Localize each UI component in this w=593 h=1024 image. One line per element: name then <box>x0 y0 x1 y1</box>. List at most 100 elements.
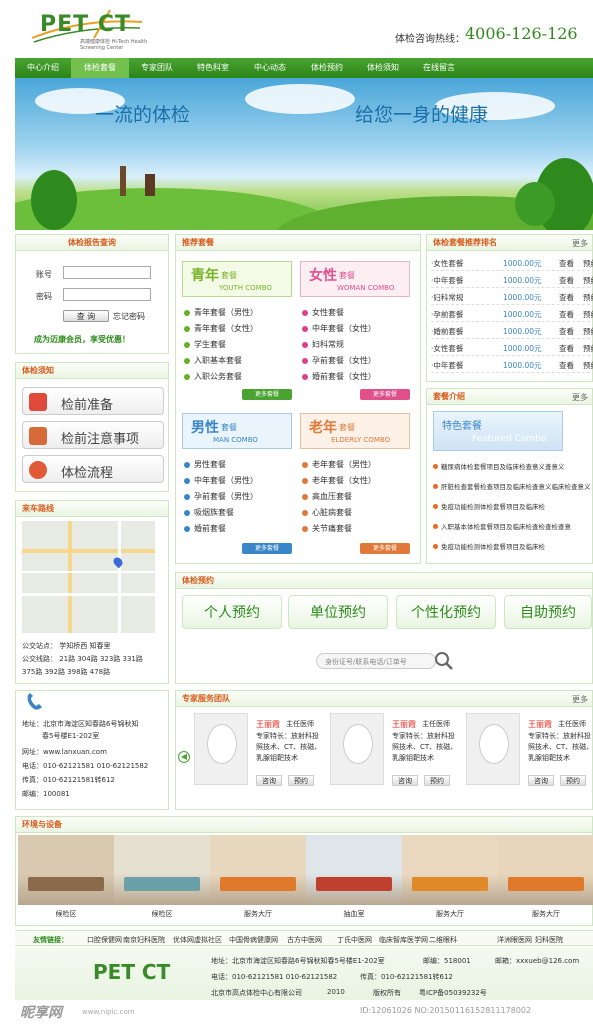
expert-book-button[interactable]: 预约 <box>424 775 450 786</box>
search-icon[interactable] <box>434 651 454 671</box>
package-item[interactable]: 中年套餐（女性） <box>302 323 376 334</box>
more-packages-button[interactable]: 更多套餐 <box>242 543 292 554</box>
package-item[interactable]: 吸烟族套餐 <box>184 507 234 518</box>
expert-consult-button[interactable]: 咨询 <box>528 775 554 786</box>
logo[interactable]: PET CT 高端健康体检 Hi-Tech Health Screening C… <box>22 8 172 51</box>
intro-item[interactable]: 入职基本体检套餐项目及临床检查检查检查意 <box>433 521 571 531</box>
self-booking-button[interactable]: 自助预约 <box>504 595 592 629</box>
ranking-view-link[interactable]: 查看 <box>559 326 574 337</box>
intro-item[interactable]: 肝脏检查套餐检查项目及临床检查意义临床检查意义 <box>433 481 591 491</box>
package-item[interactable]: 妇科常规 <box>302 339 344 350</box>
more-packages-button[interactable]: 更多套餐 <box>242 389 292 400</box>
nav-item-guide[interactable]: 体检须知 <box>355 58 411 78</box>
expert-book-button[interactable]: 预约 <box>560 775 586 786</box>
company-booking-button[interactable]: 单位预约 <box>288 595 388 629</box>
guide-button-preparation[interactable]: 检前准备 <box>22 387 164 415</box>
intro-more-link[interactable]: 更多 <box>572 392 588 403</box>
friend-link[interactable]: 丁氏中医网 <box>337 935 372 945</box>
query-button[interactable]: 查 询 <box>63 310 109 322</box>
friend-link[interactable]: 口腔保健网 <box>87 935 122 945</box>
package-item[interactable]: 入职公务套餐 <box>184 371 242 382</box>
friend-link[interactable]: 南京妇科医院 <box>123 935 165 945</box>
woman-package-header[interactable]: 女性 套餐 WOMAN COMBO <box>300 261 410 297</box>
personal-booking-button[interactable]: 个人预约 <box>182 595 282 629</box>
expert-name[interactable]: 王丽霞 <box>256 719 280 730</box>
nav-item-experts[interactable]: 专家团队 <box>129 58 185 78</box>
website[interactable]: 网址：www.lanxuan.com <box>22 747 107 757</box>
ranking-view-link[interactable]: 查看 <box>559 360 574 371</box>
ranking-package-name[interactable]: ·中年套餐 <box>431 360 463 371</box>
ranking-view-link[interactable]: 查看 <box>559 292 574 303</box>
footer-icp[interactable]: 粤ICP备05039232号 <box>419 988 487 998</box>
package-item[interactable]: 关节痛套餐 <box>302 523 352 534</box>
password-input[interactable] <box>63 288 151 301</box>
ranking-view-link[interactable]: 查看 <box>559 258 574 269</box>
friend-link[interactable]: 中国骨病健康网 <box>229 935 278 945</box>
friend-link[interactable]: 古方中医网 <box>287 935 322 945</box>
ranking-more-link[interactable]: 更多 <box>572 238 588 249</box>
intro-item[interactable]: 糖尿病体检套餐项目及临床检查意义查意义 <box>433 461 565 471</box>
ranking-book-link[interactable]: 预约 <box>583 292 593 303</box>
environment-photo[interactable] <box>18 835 114 905</box>
custom-booking-button[interactable]: 个性化预约 <box>396 595 496 629</box>
package-item[interactable]: 男性套餐 <box>184 459 226 470</box>
ranking-book-link[interactable]: 预约 <box>583 326 593 337</box>
friend-link[interactable]: 临床智库医学网 <box>379 935 428 945</box>
ranking-package-name[interactable]: ·女性套餐 <box>431 258 463 269</box>
ranking-package-name[interactable]: ·中年套餐 <box>431 275 463 286</box>
package-item[interactable]: 老年套餐（男性） <box>302 459 376 470</box>
ranking-book-link[interactable]: 预约 <box>583 309 593 320</box>
friend-link[interactable]: 优体网虚拟社区 <box>173 935 222 945</box>
ranking-book-link[interactable]: 预约 <box>583 258 593 269</box>
expert-book-button[interactable]: 预约 <box>288 775 314 786</box>
ranking-view-link[interactable]: 查看 <box>559 343 574 354</box>
environment-photo[interactable] <box>210 835 306 905</box>
expert-photo[interactable] <box>330 713 384 785</box>
expert-name[interactable]: 王丽霞 <box>392 719 416 730</box>
ranking-book-link[interactable]: 预约 <box>583 275 593 286</box>
youth-package-header[interactable]: 青年 套餐 YOUTH COMBO <box>182 261 292 297</box>
intro-item[interactable]: 免疫功能检测体检套餐项目及临床检 <box>433 501 545 511</box>
package-item[interactable]: 婚前套餐（女性） <box>302 371 376 382</box>
ranking-view-link[interactable]: 查看 <box>559 275 574 286</box>
more-packages-button[interactable]: 更多套餐 <box>360 389 410 400</box>
package-item[interactable]: 高血压套餐 <box>302 491 352 502</box>
ranking-package-name[interactable]: ·妇科常规 <box>431 292 463 303</box>
expert-consult-button[interactable]: 咨询 <box>392 775 418 786</box>
environment-photo[interactable] <box>306 835 402 905</box>
intro-item[interactable]: 免疫功能检测体检套餐项目及临床检 <box>433 541 545 551</box>
man-package-header[interactable]: 男性 套餐 MAN COMBO <box>182 413 292 449</box>
guide-button-notes[interactable]: 检前注意事项 <box>22 421 164 449</box>
package-item[interactable]: 中年套餐（男性） <box>184 475 258 486</box>
ranking-package-name[interactable]: ·孕前套餐 <box>431 309 463 320</box>
environment-photo[interactable] <box>114 835 210 905</box>
booking-search-input[interactable]: 身份证号/联系电话/订单号 <box>316 653 436 669</box>
route-map[interactable] <box>22 521 155 633</box>
nav-item-about[interactable]: 中心介绍 <box>15 58 71 78</box>
nav-item-booking[interactable]: 体检预约 <box>299 58 355 78</box>
carousel-prev-icon[interactable]: ◀ <box>178 751 190 763</box>
elderly-package-header[interactable]: 老年 套餐 ELDERLY COMBO <box>300 413 410 449</box>
friend-link[interactable]: 妇科医院 <box>535 935 563 945</box>
package-item[interactable]: 学生套餐 <box>184 339 226 350</box>
featured-combo-banner[interactable]: 特色套餐 Featured Combo <box>433 411 563 451</box>
ranking-package-name[interactable]: ·女性套餐 <box>431 343 463 354</box>
friend-link[interactable]: 二维眼科 <box>429 935 457 945</box>
package-item[interactable]: 女性套餐 <box>302 307 344 318</box>
nav-item-message[interactable]: 在线留言 <box>411 58 467 78</box>
experts-more-link[interactable]: 更多 <box>572 694 588 705</box>
nav-item-departments[interactable]: 特色科室 <box>185 58 241 78</box>
package-item[interactable]: 入职基本套餐 <box>184 355 242 366</box>
package-item[interactable]: 心脏病套餐 <box>302 507 352 518</box>
package-item[interactable]: 青年套餐（女性） <box>184 323 258 334</box>
more-packages-button[interactable]: 更多套餐 <box>360 543 410 554</box>
package-item[interactable]: 老年套餐（女性） <box>302 475 376 486</box>
expert-photo[interactable] <box>194 713 248 785</box>
expert-consult-button[interactable]: 咨询 <box>256 775 282 786</box>
friend-link[interactable]: 洋洲眼医网 <box>497 935 532 945</box>
environment-photo[interactable] <box>402 835 498 905</box>
guide-button-process[interactable]: 体检流程 <box>22 455 164 483</box>
ranking-book-link[interactable]: 预约 <box>583 360 593 371</box>
package-item[interactable]: 孕前套餐（男性） <box>184 491 258 502</box>
expert-photo[interactable] <box>466 713 520 785</box>
